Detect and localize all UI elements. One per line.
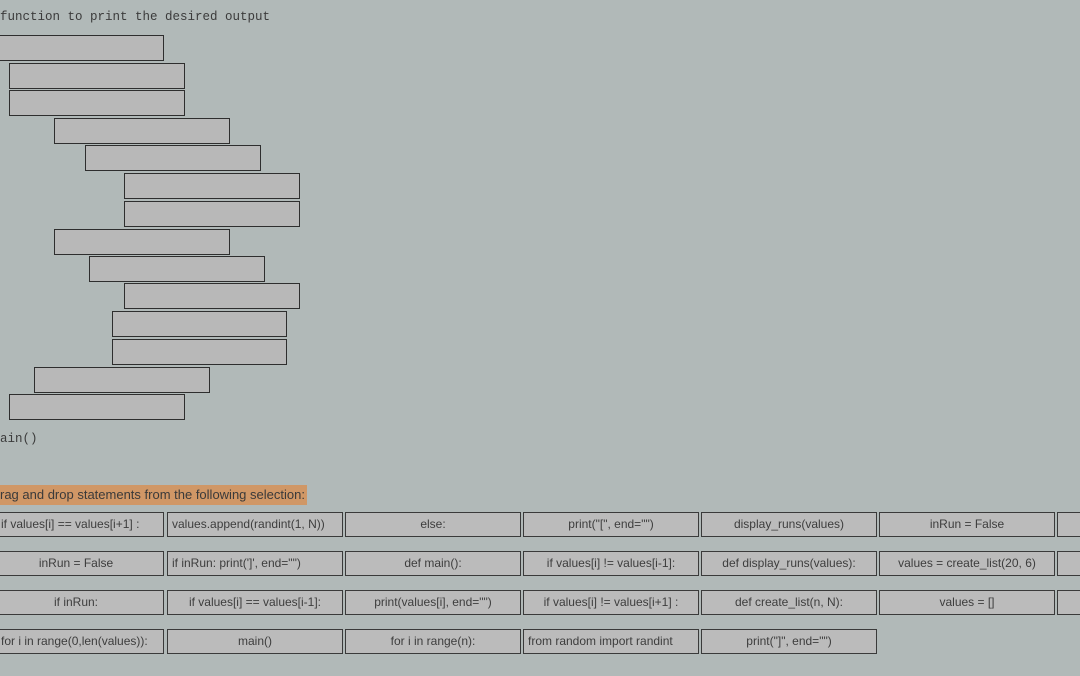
statement-chip-cutoff-1[interactable] [1057, 512, 1080, 537]
statement-chip[interactable]: print("]", end="") [701, 629, 877, 654]
statement-chip[interactable]: if values[i] != values[i+1] : [523, 590, 699, 615]
drop-slot-1[interactable] [0, 35, 164, 61]
code-header-line: function to print the desired output [0, 10, 271, 24]
statement-chip[interactable]: def create_list(n, N): [701, 590, 877, 615]
drop-slot-8[interactable] [54, 229, 230, 255]
statement-chip[interactable]: print(values[i], end="") [345, 590, 521, 615]
statement-chip[interactable]: inRun = False [0, 551, 164, 576]
statement-chip[interactable]: if inRun: [0, 590, 164, 615]
drop-slot-3[interactable] [9, 90, 185, 116]
statement-chip[interactable]: if inRun: print(']', end="") [167, 551, 343, 576]
statement-chip[interactable]: for i in range(0,len(values)): [0, 629, 164, 654]
statement-chip[interactable]: main() [167, 629, 343, 654]
statement-chip[interactable]: if values[i] != values[i-1]: [523, 551, 699, 576]
statement-chip[interactable]: display_runs(values) [701, 512, 877, 537]
statement-chip[interactable]: from random import randint [523, 629, 699, 654]
drop-slot-4[interactable] [54, 118, 230, 144]
drop-slot-14[interactable] [9, 394, 185, 420]
code-footer-line: ain() [0, 432, 38, 446]
statement-chip[interactable]: for i in range(n): [345, 629, 521, 654]
statement-chip[interactable]: else: [345, 512, 521, 537]
statement-chip[interactable]: values = create_list(20, 6) [879, 551, 1055, 576]
statement-chip[interactable]: if values[i] == values[i-1]: [167, 590, 343, 615]
statement-chip[interactable]: inRun = False [879, 512, 1055, 537]
statement-chip[interactable]: def display_runs(values): [701, 551, 877, 576]
statement-chip[interactable]: print("[", end="") [523, 512, 699, 537]
statement-chip-cutoff-3[interactable] [1057, 590, 1080, 615]
drop-slot-12[interactable] [112, 339, 287, 365]
drop-slot-6[interactable] [124, 173, 300, 199]
drop-slot-11[interactable] [112, 311, 287, 337]
drop-slot-7[interactable] [124, 201, 300, 227]
drop-slot-2[interactable] [9, 63, 185, 89]
statement-chip[interactable]: values.append(randint(1, N)) [167, 512, 343, 537]
drop-slot-5[interactable] [85, 145, 261, 171]
statement-chip[interactable]: def main(): [345, 551, 521, 576]
drop-slot-10[interactable] [124, 283, 300, 309]
instructions-label: rag and drop statements from the followi… [0, 485, 307, 505]
statement-chip-cutoff-2[interactable] [1057, 551, 1080, 576]
statement-chip[interactable]: values = [] [879, 590, 1055, 615]
drop-slot-13[interactable] [34, 367, 210, 393]
drop-slot-9[interactable] [89, 256, 265, 282]
statement-chip[interactable]: if values[i] == values[i+1] : [0, 512, 164, 537]
